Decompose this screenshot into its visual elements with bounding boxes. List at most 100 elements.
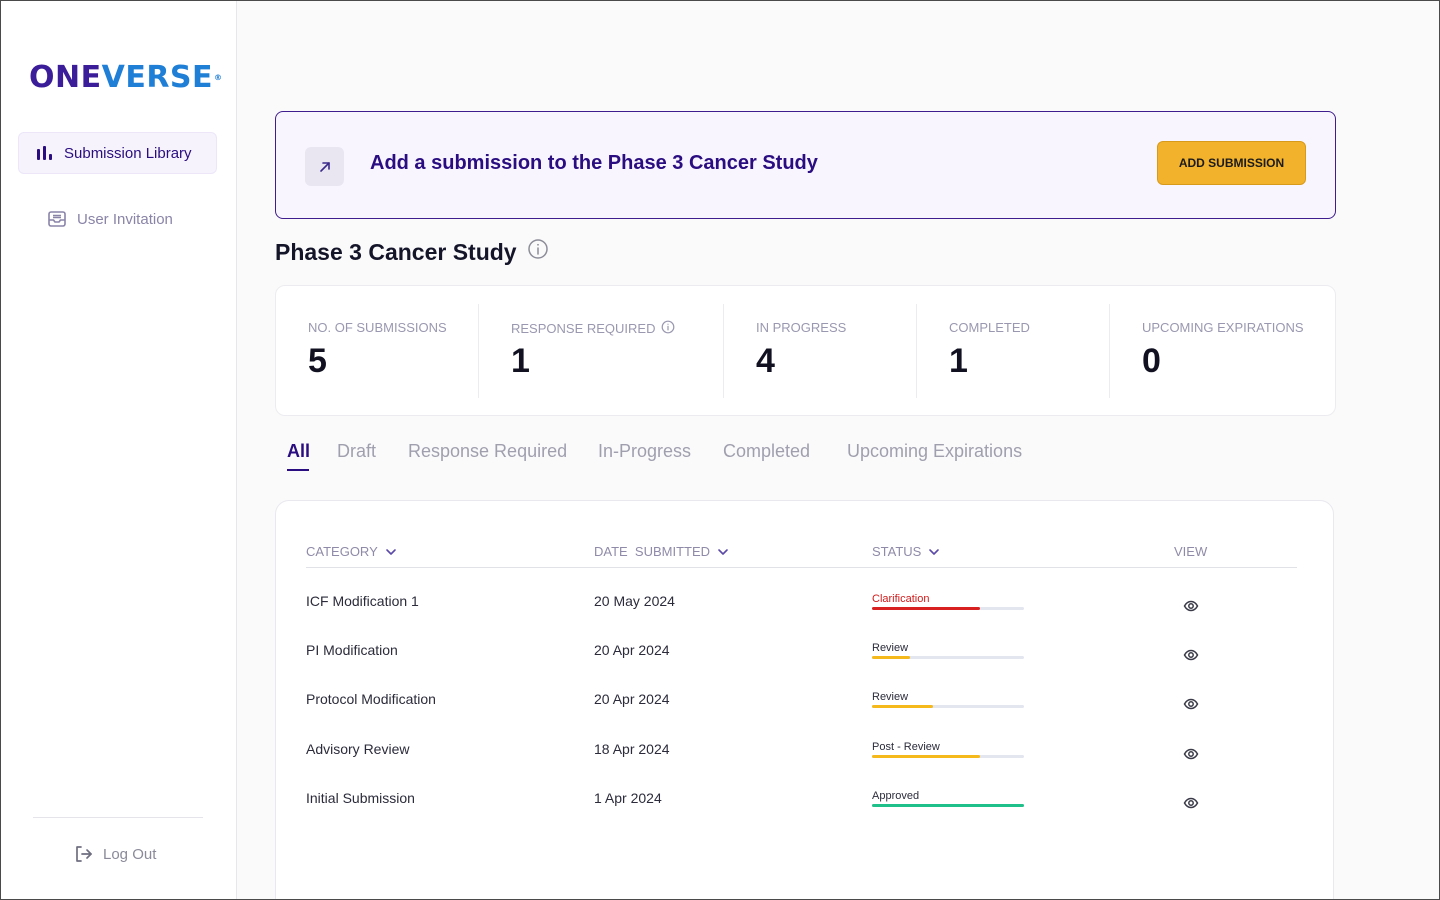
stats-card: NO. OF SUBMISSIONS 5 RESPONSE REQUIRED 1… <box>275 285 1336 416</box>
cell-date-submitted: 20 May 2024 <box>594 593 675 609</box>
stat-value: 0 <box>1142 342 1161 380</box>
add-submission-button[interactable]: ADD SUBMISSION <box>1157 141 1306 185</box>
column-header-status[interactable]: STATUS <box>872 544 941 559</box>
column-header-label: DATE SUBMITTED <box>594 544 711 559</box>
column-header-label: CATEGORY <box>306 544 378 559</box>
cell-category: PI Modification <box>306 642 398 658</box>
tab-completed[interactable]: Completed <box>723 441 810 462</box>
status-progress-fill <box>872 656 910 659</box>
column-header-view: VIEW <box>1174 544 1207 559</box>
submissions-table: CATEGORY DATE SUBMITTED STATUS VIEW ICF … <box>275 500 1334 899</box>
logout-button[interactable]: Log Out <box>73 841 156 867</box>
chevron-down-icon <box>929 548 940 555</box>
cell-date-submitted: 20 Apr 2024 <box>594 691 670 707</box>
logo-registered-mark: ® <box>214 73 223 82</box>
column-header-category[interactable]: CATEGORY <box>306 544 398 559</box>
cell-status: Review <box>872 642 1025 659</box>
view-eye-icon[interactable] <box>1180 792 1202 814</box>
status-label: Review <box>872 691 909 703</box>
status-progress-bar <box>872 607 1024 610</box>
column-header-label: STATUS <box>872 544 922 559</box>
stat-value: 5 <box>308 342 327 380</box>
status-label: Clarification <box>872 593 930 605</box>
status-progress-bar <box>872 755 1024 758</box>
view-eye-icon[interactable] <box>1180 693 1202 715</box>
tab-draft[interactable]: Draft <box>337 441 376 462</box>
cell-status: Approved <box>872 790 1025 807</box>
cell-category: Initial Submission <box>306 790 415 806</box>
app-window: ONE VERSE ® Submission Library User Invi… <box>0 0 1440 900</box>
stat-label: UPCOMING EXPIRATIONS <box>1142 320 1304 335</box>
stat-value: 1 <box>511 342 530 380</box>
add-submission-banner: Add a submission to the Phase 3 Cancer S… <box>275 111 1336 219</box>
view-eye-icon[interactable] <box>1180 644 1202 666</box>
column-header-label: VIEW <box>1174 544 1208 559</box>
status-progress-fill <box>872 804 1024 807</box>
tab-response-required[interactable]: Response Required <box>408 441 567 462</box>
sidebar-item-user-invitation[interactable]: User Invitation <box>18 198 217 240</box>
stat-divider <box>1109 304 1110 398</box>
info-icon[interactable] <box>527 238 549 266</box>
cell-date-submitted: 20 Apr 2024 <box>594 642 670 658</box>
sidebar-divider <box>33 817 203 818</box>
stat-label: IN PROGRESS <box>756 320 847 335</box>
sidebar-item-submission-library[interactable]: Submission Library <box>18 132 217 174</box>
stat-label: NO. OF SUBMISSIONS <box>308 320 447 335</box>
status-progress-bar <box>872 705 1024 708</box>
cell-status: Review <box>872 691 1025 708</box>
cell-status: Clarification <box>872 593 1025 610</box>
chevron-down-icon <box>385 548 396 555</box>
sidebar-item-label: User Invitation <box>77 210 173 228</box>
active-tab-indicator <box>287 469 309 471</box>
table-row: PI Modification 20 Apr 2024 Review <box>276 642 1333 672</box>
sidebar: ONE VERSE ® Submission Library User Invi… <box>1 1 237 899</box>
stat-value: 4 <box>756 342 775 380</box>
logout-label: Log Out <box>103 845 157 863</box>
logout-icon <box>73 844 93 864</box>
page-title: Phase 3 Cancer Study <box>275 238 549 266</box>
banner-title: Add a submission to the Phase 3 Cancer S… <box>370 152 818 174</box>
sidebar-item-label: Submission Library <box>64 144 192 162</box>
status-label: Review <box>872 642 909 654</box>
status-label: Post - Review <box>872 741 940 753</box>
stat-divider <box>478 304 479 398</box>
stat-divider <box>916 304 917 398</box>
tab-label: All <box>287 441 311 461</box>
stat-label: COMPLETED <box>949 320 1030 335</box>
info-icon[interactable] <box>661 320 675 337</box>
logo-text-verse: VERSE <box>101 60 214 95</box>
cell-date-submitted: 18 Apr 2024 <box>594 741 670 757</box>
logo-text-one: ONE <box>29 60 102 95</box>
table-row: Initial Submission 1 Apr 2024 Approved <box>276 790 1333 820</box>
view-eye-icon[interactable] <box>1180 595 1202 617</box>
cell-category: ICF Modification 1 <box>306 593 419 609</box>
status-progress-fill <box>872 755 980 758</box>
cell-status: Post - Review <box>872 741 1025 758</box>
cell-category: Protocol Modification <box>306 691 436 707</box>
stat-divider <box>723 304 724 398</box>
cell-date-submitted: 1 Apr 2024 <box>594 790 662 806</box>
tab-in-progress[interactable]: In-Progress <box>598 441 691 462</box>
study-title-text: Phase 3 Cancer Study <box>275 238 517 265</box>
arrow-up-right-icon <box>305 147 344 186</box>
view-eye-icon[interactable] <box>1180 743 1202 765</box>
inbox-icon <box>47 209 67 229</box>
oneverse-logo[interactable]: ONE VERSE ® <box>29 57 223 95</box>
column-header-date-submitted[interactable]: DATE SUBMITTED <box>594 544 730 559</box>
status-progress-fill <box>872 607 980 610</box>
table-row: Advisory Review 18 Apr 2024 Post - Review <box>276 741 1333 771</box>
chevron-down-icon <box>718 548 728 555</box>
stat-label: RESPONSE REQUIRED <box>511 321 656 336</box>
table-row: ICF Modification 1 20 May 2024 Clarificati… <box>276 593 1333 623</box>
stat-value: 1 <box>949 342 968 380</box>
status-progress-fill <box>872 705 933 708</box>
bar-chart-icon <box>34 143 54 163</box>
stat-label-wrap: RESPONSE REQUIRED <box>511 320 675 337</box>
table-row: Protocol Modification 20 Apr 2024 Review <box>276 691 1333 721</box>
tab-all[interactable]: All <box>287 441 311 471</box>
status-progress-bar <box>872 804 1024 807</box>
tab-upcoming-expirations[interactable]: Upcoming Expirations <box>847 441 1022 462</box>
header-divider <box>306 567 1297 568</box>
status-label: Approved <box>872 790 920 802</box>
cell-category: Advisory Review <box>306 741 410 757</box>
